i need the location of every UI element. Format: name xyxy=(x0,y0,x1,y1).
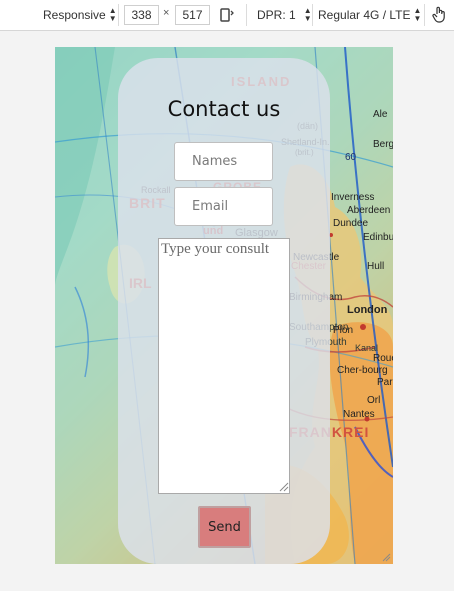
contact-form: Contact us Send xyxy=(118,58,330,564)
page-title: Contact us xyxy=(167,97,281,121)
chevron-updown-icon: ▲ ▼ xyxy=(303,6,312,23)
email-input[interactable] xyxy=(174,187,273,226)
divider xyxy=(246,4,247,26)
rotate-button[interactable] xyxy=(219,0,235,30)
viewport-height-input[interactable] xyxy=(175,5,210,25)
viewport-resize-handle-icon[interactable] xyxy=(381,552,391,562)
touch-toggle-button[interactable] xyxy=(431,0,447,30)
hand-pointer-icon xyxy=(432,6,445,23)
divider xyxy=(118,4,119,26)
dimension-separator: × xyxy=(163,7,170,19)
device-select[interactable]: Responsive ▲ ▼ xyxy=(43,0,117,30)
names-input[interactable] xyxy=(174,142,273,181)
divider xyxy=(312,4,313,26)
dpr-select-label: DPR: 1 xyxy=(257,8,296,22)
rotate-icon xyxy=(220,8,234,22)
device-select-label: Responsive xyxy=(43,8,106,22)
device-toolbar: Responsive ▲▼ × DPR: 1 ▲▼ Regular 4G / L… xyxy=(0,0,454,31)
viewport-width-input[interactable] xyxy=(124,5,159,25)
throttle-select[interactable]: Regular 4G / LTE ▲ ▼ xyxy=(318,0,421,30)
throttle-select-label: Regular 4G / LTE xyxy=(318,8,411,22)
chevron-updown-icon: ▲ ▼ xyxy=(413,6,422,23)
chevron-updown-icon: ▲ ▼ xyxy=(108,6,117,23)
send-button[interactable]: Send xyxy=(198,506,251,548)
device-viewport: ISLAND (dän) Shetland-In. (brit.) Berg 6… xyxy=(55,47,393,564)
message-textarea[interactable] xyxy=(158,238,290,494)
divider xyxy=(424,4,425,26)
resize-handle-icon[interactable] xyxy=(277,480,289,492)
dpr-select[interactable]: DPR: 1 ▲ ▼ xyxy=(257,0,312,30)
